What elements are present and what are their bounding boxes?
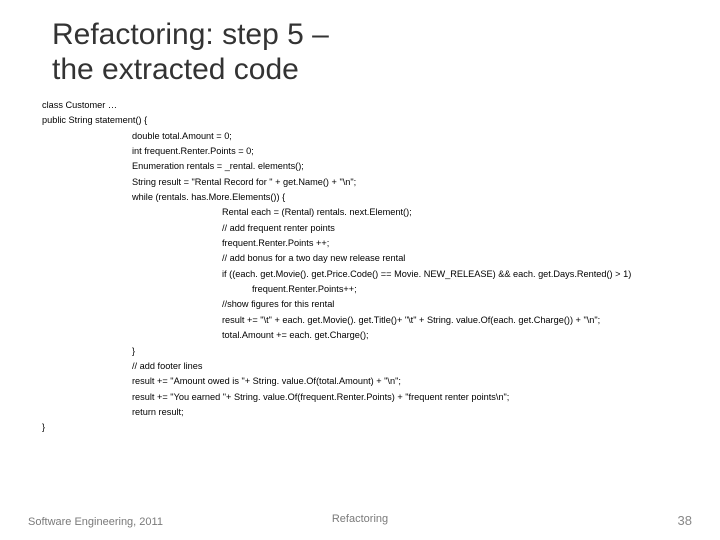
code-line: //show figures for this rental: [222, 298, 692, 311]
code-line: return result;: [132, 406, 692, 419]
slide: Refactoring: step 5 – the extracted code…: [0, 0, 720, 540]
title-line-1: Refactoring: step 5 –: [52, 18, 692, 53]
code-line: }: [132, 345, 692, 358]
code-line: total.Amount += each. get.Charge();: [222, 329, 692, 342]
code-line: class Customer …: [42, 99, 692, 112]
slide-footer: Software Engineering, 2011 Refactoring 3…: [0, 513, 720, 528]
code-line: while (rentals. has.More.Elements()) {: [132, 191, 692, 204]
code-line: // add bonus for a two day new release r…: [222, 252, 692, 265]
code-line: if ((each. get.Movie(). get.Price.Code()…: [222, 268, 692, 281]
code-line: result += "Amount owed is "+ String. val…: [132, 375, 692, 388]
code-line: result += "\t" + each. get.Movie(). get.…: [222, 314, 692, 327]
code-line: result += "You earned "+ String. value.O…: [132, 391, 692, 404]
code-line: int frequent.Renter.Points = 0;: [132, 145, 692, 158]
code-line: double total.Amount = 0;: [132, 130, 692, 143]
code-block: class Customer … public String statement…: [42, 99, 692, 435]
code-line: Rental each = (Rental) rentals. next.Ele…: [222, 206, 692, 219]
code-line: }: [42, 421, 692, 434]
code-line: // add frequent renter points: [222, 222, 692, 235]
code-line: frequent.Renter.Points ++;: [222, 237, 692, 250]
footer-center: Refactoring: [332, 513, 388, 525]
footer-left: Software Engineering, 2011: [28, 516, 163, 528]
page-number: 38: [678, 513, 692, 528]
code-line: // add footer lines: [132, 360, 692, 373]
code-line: Enumeration rentals = _rental. elements(…: [132, 160, 692, 173]
slide-title: Refactoring: step 5 – the extracted code: [52, 18, 692, 87]
code-line: String result = "Rental Record for " + g…: [132, 176, 692, 189]
title-line-2: the extracted code: [52, 53, 692, 88]
code-line: public String statement() {: [42, 114, 692, 127]
code-line: frequent.Renter.Points++;: [252, 283, 692, 296]
